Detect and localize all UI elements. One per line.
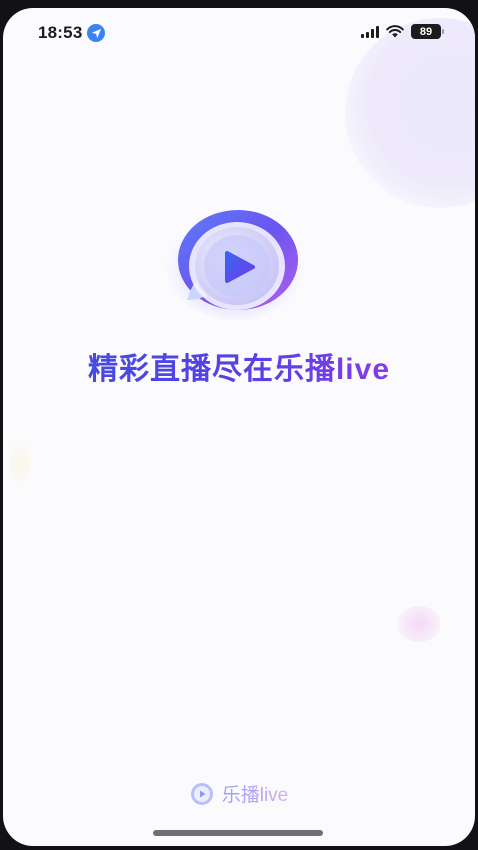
status-time-group: 18:53 [38,23,106,43]
status-bar: 18:53 89 [3,8,475,58]
home-indicator[interactable] [153,830,323,836]
status-right-icons: 89 [361,24,444,39]
battery-level: 89 [419,25,433,38]
phone-frame: 18:53 89 精彩直播尽在乐播live 乐播live [0,0,478,850]
footer-play-bubble-icon [190,782,214,806]
play-bubble-icon [165,204,305,320]
footer-brand-text: 乐播live [222,780,289,807]
decorative-glow-bottom [397,606,441,642]
battery-icon: 89 [411,24,444,39]
signal-icon [361,25,379,38]
status-time: 18:53 [38,23,83,42]
footer-brand: 乐播live [3,780,475,807]
wifi-icon [386,25,404,38]
splash-screen: 18:53 89 精彩直播尽在乐播live 乐播live [3,8,475,846]
slogan-text: 精彩直播尽在乐播live [3,344,475,388]
location-arrow-icon [87,24,106,42]
decorative-glow-left [9,438,31,488]
